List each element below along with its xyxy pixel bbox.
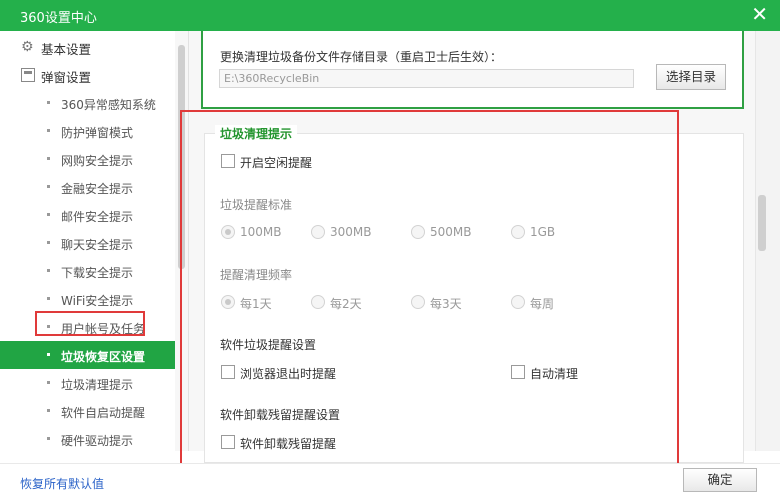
sidebar-scroll-thumb[interactable] xyxy=(178,45,185,269)
sidebar-item-anomaly-system[interactable]: 360异常感知系统 xyxy=(0,89,175,117)
sidebar-item-label: 弹窗设置 xyxy=(41,70,92,85)
frequency-label: 提醒清理频率 xyxy=(220,268,293,282)
sidebar-item-label: 垃圾恢复区设置 xyxy=(61,350,146,364)
sidebar-item-account-tasks[interactable]: 用户帐号及任务 xyxy=(0,313,175,341)
idle-reminder-label: 开启空闲提醒 xyxy=(240,156,313,170)
frequency-option-label: 每2天 xyxy=(330,297,362,311)
bullet-icon xyxy=(47,213,50,216)
threshold-label: 垃圾提醒标准 xyxy=(220,198,293,212)
sidebar-item-label: WiFi安全提示 xyxy=(61,294,134,308)
collapse-box-icon xyxy=(21,68,35,82)
restore-defaults-link[interactable]: 恢复所有默认值 xyxy=(20,475,104,492)
sidebar-item-label: 垃圾清理提示 xyxy=(61,378,134,392)
bullet-icon xyxy=(47,241,50,244)
sidebar-item-label: 基本设置 xyxy=(41,42,92,57)
sidebar-item-label: 下载安全提示 xyxy=(61,266,134,280)
sidebar-item-driver[interactable]: 硬件驱动提示 xyxy=(0,425,175,453)
sidebar-item-label: 聊天安全提示 xyxy=(61,238,134,252)
window-title: 360设置中心 xyxy=(20,11,97,26)
uninstall-heading: 软件卸载残留提醒设置 xyxy=(220,408,341,422)
sidebar-item-label: 网购安全提示 xyxy=(61,154,134,168)
threshold-radio-300mb[interactable] xyxy=(311,225,325,239)
idle-reminder-checkbox[interactable] xyxy=(221,154,235,168)
sidebar-item-finance-safety[interactable]: 金融安全提示 xyxy=(0,173,175,201)
bullet-icon xyxy=(47,157,50,160)
close-icon[interactable]: ✕ xyxy=(751,3,768,25)
frequency-option-label: 每周 xyxy=(530,297,555,311)
sidebar-item-recycle-settings[interactable]: 垃圾恢复区设置 xyxy=(0,341,175,369)
footer-bar xyxy=(0,463,780,500)
frequency-option-label: 每3天 xyxy=(430,297,462,311)
threshold-radio-100mb[interactable] xyxy=(221,225,235,239)
frequency-radio-2days[interactable] xyxy=(311,295,325,309)
sidebar-item-junk-cleanup[interactable]: 垃圾清理提示 xyxy=(0,369,175,397)
title-bar: 360设置中心 ✕ xyxy=(0,0,780,31)
junk-reminder-legend: 垃圾清理提示 xyxy=(215,125,298,142)
software-junk-heading: 软件垃圾提醒设置 xyxy=(220,338,317,352)
uninstall-remnant-label: 软件卸载残留提醒 xyxy=(240,437,337,451)
bullet-icon xyxy=(47,297,50,300)
frequency-radio-3days[interactable] xyxy=(411,295,425,309)
sidebar-item-wifi-safety[interactable]: WiFi安全提示 xyxy=(0,285,175,313)
sidebar-item-download-safety[interactable]: 下载安全提示 xyxy=(0,257,175,285)
threshold-option-label: 300MB xyxy=(330,225,372,239)
bullet-icon xyxy=(47,409,50,412)
threshold-option-label: 1GB xyxy=(530,225,556,239)
frequency-option-label: 每1天 xyxy=(240,297,272,311)
sidebar-item-basic-settings[interactable]: ⚙ 基本设置 xyxy=(0,33,175,61)
frequency-radio-1day[interactable] xyxy=(221,295,235,309)
threshold-option-label: 500MB xyxy=(430,225,472,239)
threshold-option-label: 100MB xyxy=(240,225,282,239)
backup-directory-title: 更换清理垃圾备份文件存储目录（重启卫士后生效）： xyxy=(220,50,503,64)
bullet-icon xyxy=(47,325,50,328)
ok-button[interactable]: 确定 xyxy=(683,468,757,492)
sidebar-item-mail-safety[interactable]: 邮件安全提示 xyxy=(0,201,175,229)
threshold-radio-1gb[interactable] xyxy=(511,225,525,239)
bullet-icon xyxy=(47,269,50,272)
sidebar-scrollbar[interactable] xyxy=(175,31,189,451)
browser-exit-checkbox[interactable] xyxy=(221,365,235,379)
sidebar-item-popup-settings[interactable]: 弹窗设置 xyxy=(0,61,175,89)
bullet-icon xyxy=(47,353,50,356)
browser-exit-label: 浏览器退出时提醒 xyxy=(240,367,337,381)
bullet-icon xyxy=(47,437,50,440)
bullet-icon xyxy=(47,185,50,188)
sidebar-item-label: 软件自启动提醒 xyxy=(61,406,146,420)
sidebar: ⚙ 基本设置 弹窗设置 360异常感知系统 防护弹窗模式 网购安全提示 金融安全… xyxy=(0,31,175,451)
bullet-icon xyxy=(47,101,50,104)
sidebar-item-label: 硬件驱动提示 xyxy=(61,434,134,448)
select-directory-button[interactable]: 选择目录 xyxy=(656,64,726,90)
backup-path-field[interactable] xyxy=(219,69,634,88)
threshold-radio-500mb[interactable] xyxy=(411,225,425,239)
sidebar-item-autostart[interactable]: 软件自启动提醒 xyxy=(0,397,175,425)
uninstall-remnant-checkbox[interactable] xyxy=(221,435,235,449)
sidebar-item-chat-safety[interactable]: 聊天安全提示 xyxy=(0,229,175,257)
sidebar-item-label: 金融安全提示 xyxy=(61,182,134,196)
auto-clean-checkbox[interactable] xyxy=(511,365,525,379)
sidebar-item-shopping-safety[interactable]: 网购安全提示 xyxy=(0,145,175,173)
content-scrollbar[interactable] xyxy=(755,31,780,451)
sidebar-item-label: 用户帐号及任务 xyxy=(61,322,146,336)
sidebar-item-label: 360异常感知系统 xyxy=(61,98,156,112)
content-scroll-thumb[interactable] xyxy=(758,195,766,251)
sidebar-item-label: 防护弹窗模式 xyxy=(61,126,134,140)
sidebar-item-label: 邮件安全提示 xyxy=(61,210,134,224)
bullet-icon xyxy=(47,129,50,132)
bullet-icon xyxy=(47,381,50,384)
frequency-radio-weekly[interactable] xyxy=(511,295,525,309)
auto-clean-label: 自动清理 xyxy=(530,367,579,381)
gear-icon: ⚙ xyxy=(21,39,34,55)
sidebar-item-popup-mode[interactable]: 防护弹窗模式 xyxy=(0,117,175,145)
